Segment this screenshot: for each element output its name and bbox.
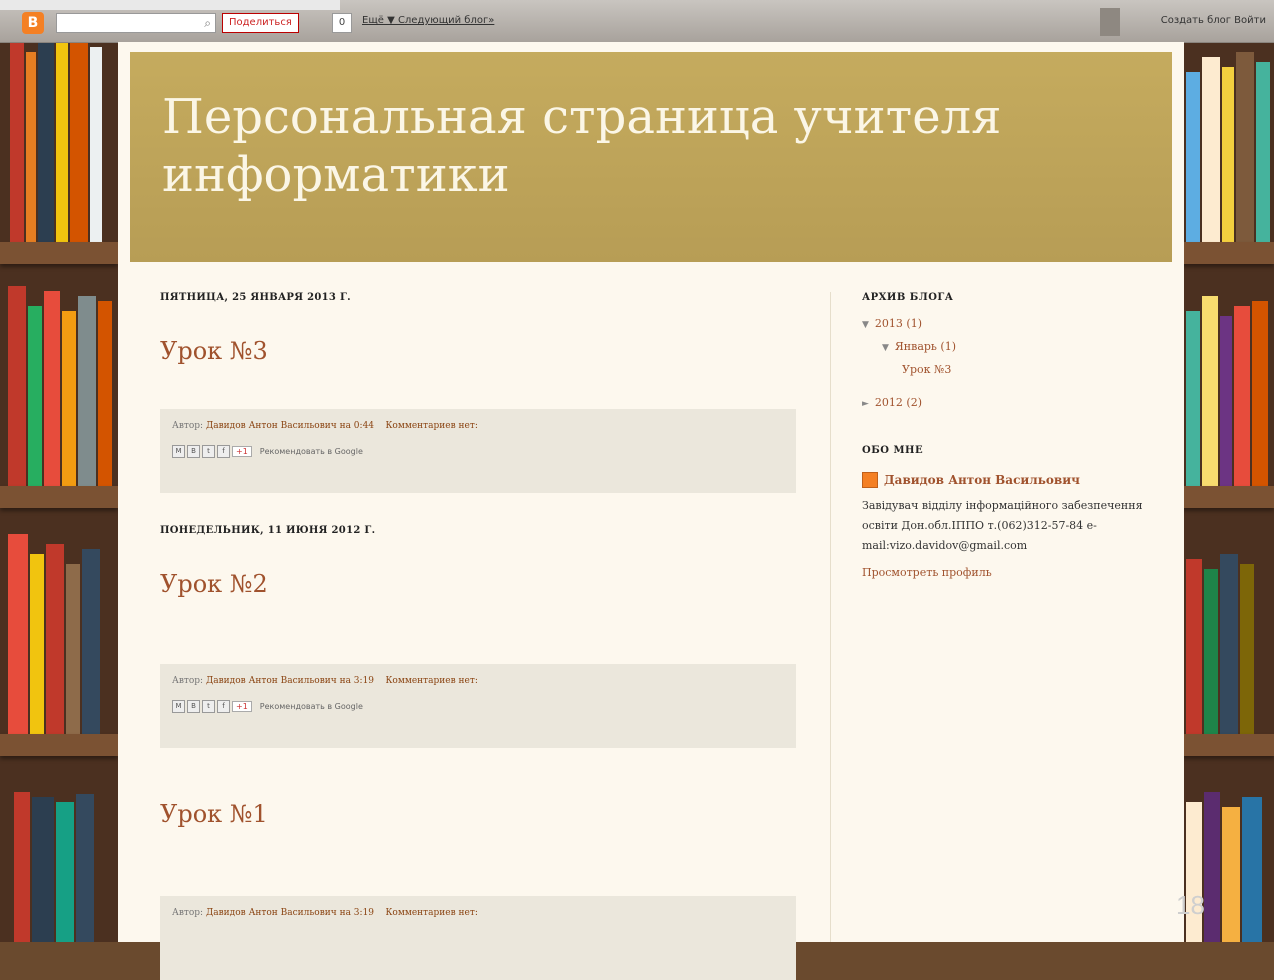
archive-post-link[interactable]: Урок №3 [902, 363, 1152, 376]
author-link[interactable]: Давидов Антон Васильович [206, 908, 337, 918]
author-prefix: Автор: [172, 421, 206, 431]
expand-arrow-icon[interactable]: ▼ [862, 320, 869, 330]
bookshelf-background-left [0, 30, 118, 942]
facebook-share-icon[interactable]: f [217, 445, 230, 458]
comments-link[interactable]: Комментариев нет: [385, 421, 477, 431]
recommend-google-label: Рекомендовать в Google [259, 447, 363, 456]
search-icon[interactable]: ⌕ [204, 16, 211, 31]
twitter-share-icon[interactable]: t [202, 700, 215, 713]
view-profile-link[interactable]: Просмотреть профиль [862, 566, 1152, 579]
google-plus-one-icon[interactable]: +1 [232, 446, 252, 457]
collapse-arrow-icon[interactable]: ► [862, 399, 869, 409]
author-prefix: Автор: [172, 908, 206, 918]
blog-posts: ПЯТНИЦА, 25 ЯНВАРЯ 2013 Г. Урок №3 Автор… [160, 292, 800, 980]
blog-this-icon[interactable]: B [187, 700, 200, 713]
blogger-profile-icon [862, 472, 878, 488]
column-divider [830, 292, 831, 942]
email-share-icon[interactable]: M [172, 700, 185, 713]
author-prefix: Автор: [172, 676, 206, 686]
profile-description: Завідувач відділу інформаційного забезпе… [862, 499, 1143, 552]
profile-name-link[interactable]: Давидов Антон Васильович [862, 472, 1152, 488]
post-footer: Автор: Давидов Антон Васильович на 3:19 … [160, 896, 796, 980]
comments-link[interactable]: Комментариев нет: [385, 908, 477, 918]
next-blog-link[interactable]: Ещё ▼ Следующий блог» [362, 15, 494, 26]
archive-item-2013[interactable]: ▼ 2013 (1) [862, 317, 1152, 330]
share-row: M B t f +1 Рекомендовать в Google [172, 445, 363, 458]
profile-name[interactable]: Давидов Антон Васильович [884, 473, 1080, 487]
create-blog-link[interactable]: Создать блог Войти [1161, 15, 1266, 26]
browser-strip [0, 0, 340, 10]
post-date: ПЯТНИЦА, 25 ЯНВАРЯ 2013 Г. [160, 292, 351, 303]
author-link[interactable]: Давидов Антон Васильович [206, 421, 337, 431]
archive-item-january[interactable]: ▼ Январь (1) [882, 340, 1152, 353]
archive-item-2012[interactable]: ► 2012 (2) [862, 396, 1152, 409]
blogger-navbar: B ⌕ Поделиться 0 Ещё ▼ Следующий блог» С… [0, 0, 1274, 43]
share-count: 0 [332, 13, 352, 33]
blog-this-icon[interactable]: B [187, 445, 200, 458]
post-author-line: Автор: Давидов Антон Васильович на 0:44 … [172, 421, 478, 431]
blog-title[interactable]: Персональная страница учителя информатик… [162, 88, 1062, 204]
post-author-line: Автор: Давидов Антон Васильович на 3:19 … [172, 908, 478, 918]
post-time-link[interactable]: на 3:19 [337, 908, 374, 918]
post-date: ПОНЕДЕЛЬНИК, 11 ИЮНЯ 2012 Г. [160, 525, 376, 536]
archive-year-label[interactable]: 2012 (2) [875, 396, 922, 409]
share-button[interactable]: Поделиться [222, 13, 299, 33]
recommend-google-label: Рекомендовать в Google [259, 702, 363, 711]
google-plus-one-icon[interactable]: +1 [232, 701, 252, 712]
email-share-icon[interactable]: M [172, 445, 185, 458]
facebook-share-icon[interactable]: f [217, 700, 230, 713]
post-time-link[interactable]: на 3:19 [337, 676, 374, 686]
about-heading: ОБО МНЕ [862, 445, 924, 456]
comments-link[interactable]: Комментариев нет: [385, 676, 477, 686]
archive-year-label[interactable]: 2013 (1) [875, 317, 922, 330]
post-title[interactable]: Урок №2 [160, 570, 800, 598]
post-title[interactable]: Урок №1 [160, 800, 800, 828]
slide-number: 18 [1176, 890, 1205, 920]
blog-header: Персональная страница учителя информатик… [130, 52, 1172, 262]
blogger-logo-icon[interactable]: B [22, 12, 44, 34]
post-footer: Автор: Давидов Антон Васильович на 3:19 … [160, 664, 796, 748]
post-title[interactable]: Урок №3 [160, 337, 800, 365]
post-footer: Автор: Давидов Антон Васильович на 0:44 … [160, 409, 796, 493]
archive-month-label[interactable]: Январь (1) [895, 340, 956, 353]
blog-sidebar: АРХИВ БЛОГА ▼ 2013 (1) ▼ Январь (1) Урок №… [862, 292, 1152, 579]
archive-heading: АРХИВ БЛОГА [862, 292, 954, 303]
navbar-separator [1100, 8, 1120, 36]
expand-arrow-icon[interactable]: ▼ [882, 343, 889, 353]
blog-page: Персональная страница учителя информатик… [118, 42, 1184, 980]
post-author-line: Автор: Давидов Антон Васильович на 3:19 … [172, 676, 478, 686]
share-row: M B t f +1 Рекомендовать в Google [172, 700, 363, 713]
bookshelf-background-right [1182, 30, 1274, 942]
post-time-link[interactable]: на 0:44 [337, 421, 374, 431]
author-link[interactable]: Давидов Антон Васильович [206, 676, 337, 686]
blog-search-input[interactable]: ⌕ [56, 13, 216, 33]
twitter-share-icon[interactable]: t [202, 445, 215, 458]
